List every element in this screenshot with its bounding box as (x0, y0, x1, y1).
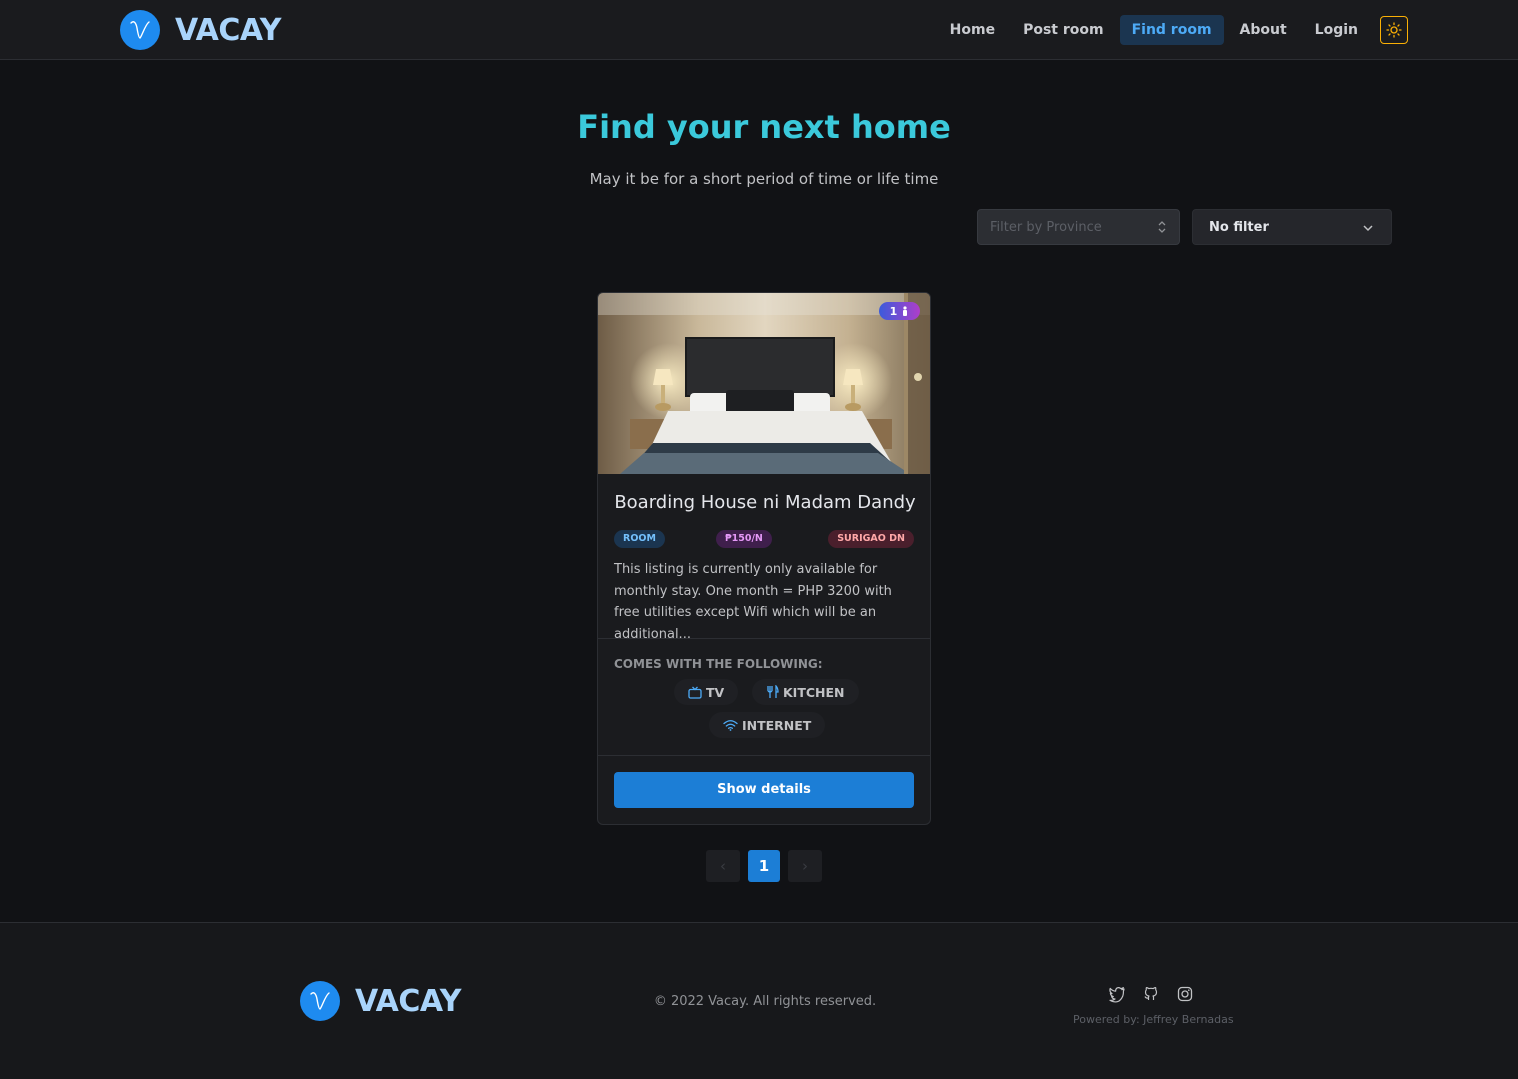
top-navbar: VACAY Home Post room Find room About Log… (0, 0, 1518, 60)
brand-logo[interactable]: VACAY (120, 10, 282, 50)
nav-find-room[interactable]: Find room (1119, 15, 1224, 45)
copyright-text: © 2022 Vacay. All rights reserved. (653, 994, 877, 1009)
filter-select[interactable]: No filter (1192, 209, 1392, 245)
listing-location-badge: SURIGAO DN (828, 530, 914, 548)
page-subtitle: May it be for a short period of time or … (589, 170, 939, 188)
wifi-icon (723, 720, 738, 731)
card-divider (598, 638, 930, 639)
person-icon (903, 305, 908, 316)
amenity-internet-label: INTERNET (742, 717, 812, 733)
occupant-count: 1 (889, 304, 898, 318)
amenity-internet: INTERNET (709, 712, 826, 738)
listing-type-badge: ROOM (614, 530, 665, 548)
nav-login[interactable]: Login (1303, 15, 1370, 45)
sort-arrows-icon (1158, 221, 1166, 233)
listing-card: 1 Boarding House ni Madam Dandy ROOM ₱15… (597, 292, 931, 825)
footer: VACAY © 2022 Vacay. All rights reserved.… (0, 922, 1518, 1079)
amenities-heading: COMES WITH THE FOLLOWING: (614, 657, 823, 671)
amenity-kitchen: KITCHEN (752, 679, 859, 705)
province-filter-select[interactable]: Filter by Province (977, 209, 1180, 245)
vacay-logo-icon (120, 10, 160, 50)
github-icon[interactable] (1142, 985, 1160, 1003)
amenity-tv: TV (674, 679, 739, 705)
room-photo (598, 293, 930, 474)
theme-toggle-button[interactable] (1380, 16, 1408, 44)
pagination-prev-button[interactable]: ‹ (706, 850, 740, 882)
card-divider-bottom (598, 755, 930, 756)
page-title: Find your next home (577, 108, 951, 146)
listing-price-badge: ₱150/N (716, 530, 772, 548)
listing-description: This listing is currently only available… (614, 562, 892, 642)
nav-post-room[interactable]: Post room (1011, 15, 1116, 45)
nav-about[interactable]: About (1228, 15, 1299, 45)
main-nav: Home Post room Find room About Login (934, 15, 1408, 45)
pagination-next-button[interactable]: › (788, 850, 822, 882)
pagination-page-1[interactable]: 1 (748, 850, 780, 882)
occupant-count-badge: 1 (879, 302, 920, 320)
sun-icon (1386, 22, 1402, 38)
utensils-icon (767, 685, 779, 698)
amenity-tv-label: TV (706, 684, 725, 700)
show-details-button[interactable]: Show details (614, 772, 914, 808)
twitter-icon[interactable] (1108, 985, 1126, 1003)
powered-by-text: Powered by: Jeffrey Bernadas (1073, 1013, 1234, 1026)
brand-name: VACAY (175, 12, 282, 48)
nav-home[interactable]: Home (938, 15, 1007, 45)
province-filter-placeholder: Filter by Province (990, 219, 1102, 235)
listing-title: Boarding House ni Madam Dandy (614, 492, 916, 513)
amenity-kitchen-label: KITCHEN (783, 684, 845, 700)
tv-icon (688, 686, 702, 699)
chevron-down-icon (1363, 225, 1373, 232)
filter-select-value: No filter (1209, 219, 1269, 235)
instagram-icon[interactable] (1176, 985, 1194, 1003)
